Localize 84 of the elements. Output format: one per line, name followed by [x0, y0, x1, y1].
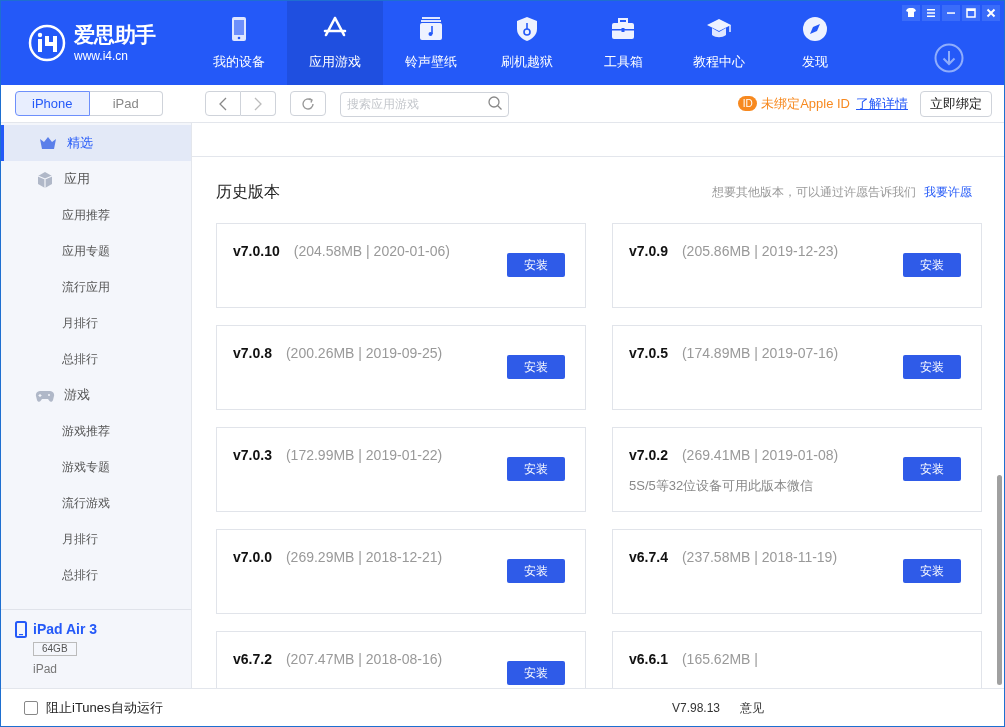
- feedback-link[interactable]: 意见: [740, 698, 764, 717]
- close-icon[interactable]: [982, 5, 1000, 21]
- sidebar-subitem[interactable]: 应用推荐: [1, 197, 191, 233]
- version-note: 5S/5等32位设备可用此版本微信: [629, 477, 815, 495]
- wish-link[interactable]: 我要许愿: [924, 183, 972, 201]
- version-number: v7.0.8: [233, 344, 272, 363]
- nav-tab[interactable]: 刷机越狱: [479, 1, 575, 85]
- version-number: v7.0.5: [629, 344, 668, 363]
- install-button[interactable]: 安装: [903, 457, 961, 481]
- version-info: (237.58MB | 2018-11-19): [681, 548, 838, 567]
- sidebar-subitem[interactable]: 总排行: [1, 341, 191, 377]
- back-icon: [219, 96, 227, 111]
- device-tab[interactable]: iPhone: [15, 91, 90, 116]
- refresh-icon: [300, 95, 316, 112]
- install-button[interactable]: 安装: [507, 457, 565, 481]
- logo-icon: [28, 24, 66, 62]
- version-info: (200.26MB | 2019-09-25): [285, 344, 443, 363]
- nav-tab[interactable]: 应用游戏: [287, 1, 383, 85]
- version-number: v6.7.4: [629, 548, 668, 567]
- bind-button[interactable]: 立即绑定: [920, 90, 992, 117]
- nav-tab[interactable]: 发现: [767, 1, 863, 85]
- version-number: v7.0.9: [629, 242, 668, 261]
- install-button[interactable]: 安装: [507, 355, 565, 379]
- nav-tab[interactable]: 工具箱: [575, 1, 671, 85]
- nav-tab[interactable]: 教程中心: [671, 1, 767, 85]
- sidebar-subitem[interactable]: 月排行: [1, 521, 191, 557]
- sidebar-subitem[interactable]: 总排行: [1, 557, 191, 593]
- checkbox[interactable]: [24, 700, 38, 715]
- version-info: (269.41MB | 2019-01-08): [681, 446, 839, 465]
- version-text: V7.98.13: [671, 699, 720, 717]
- itunes-label: 阻止iTunes自动运行: [46, 698, 163, 717]
- version-number: v7.0.0: [233, 548, 272, 567]
- apple-id-badge: ID: [738, 96, 758, 111]
- device-tab[interactable]: iPad: [89, 91, 163, 116]
- hint-text: 想要其他版本，可以通过许愿告诉我们: [712, 184, 916, 201]
- logo-title: 爱思助手: [74, 22, 156, 49]
- device-name: iPad Air 3: [33, 620, 98, 639]
- install-button[interactable]: 安装: [507, 661, 565, 685]
- download-icon[interactable]: [934, 43, 964, 73]
- version-info: (172.99MB | 2019-01-22): [285, 446, 443, 465]
- cube-icon: [35, 170, 55, 188]
- nav-tab[interactable]: 我的设备: [191, 1, 287, 85]
- minimize-icon[interactable]: [942, 5, 960, 21]
- version-number: v7.0.3: [233, 446, 272, 465]
- device-type: iPad: [33, 661, 58, 678]
- search-icon: [487, 95, 503, 111]
- forward-icon: [254, 96, 262, 111]
- install-button[interactable]: 安装: [903, 559, 961, 583]
- section-title: 历史版本: [216, 182, 280, 202]
- version-number: v7.0.10: [233, 242, 280, 261]
- tablet-icon: [15, 621, 27, 638]
- nav-tab[interactable]: 铃声壁纸: [383, 1, 479, 85]
- version-info: (205.86MB | 2019-12-23): [681, 242, 839, 261]
- sidebar-item[interactable]: 应用: [1, 161, 191, 197]
- menu-icon[interactable]: [922, 5, 940, 21]
- sidebar-subitem[interactable]: 游戏推荐: [1, 413, 191, 449]
- version-info: (174.89MB | 2019-07-16): [681, 344, 839, 363]
- capacity-badge: 64GB: [33, 642, 77, 656]
- details-link[interactable]: 了解详情: [856, 93, 908, 114]
- sidebar-subitem[interactable]: 月排行: [1, 305, 191, 341]
- install-button[interactable]: 安装: [903, 355, 961, 379]
- version-info: (204.58MB | 2020-01-06): [293, 242, 450, 261]
- search-field[interactable]: 搜索应用游戏: [340, 91, 509, 117]
- sidebar-subitem[interactable]: 流行应用: [1, 269, 191, 305]
- install-button[interactable]: 安装: [903, 253, 961, 277]
- version-info: (207.47MB | 2018-08-16): [285, 650, 443, 669]
- version-number: v6.7.2: [233, 650, 272, 669]
- apple-id-status: 未绑定Apple ID: [761, 94, 850, 113]
- install-button[interactable]: 安装: [507, 559, 565, 583]
- maximize-icon[interactable]: [962, 5, 980, 21]
- logo-url: www.i4.cn: [74, 48, 130, 64]
- version-info: (165.62MB |: [681, 650, 758, 669]
- version-number: v7.0.2: [629, 446, 668, 465]
- skin-icon[interactable]: [902, 5, 920, 21]
- refresh-button[interactable]: [290, 91, 326, 116]
- sidebar-subitem[interactable]: 应用专题: [1, 233, 191, 269]
- sidebar-item[interactable]: 游戏: [1, 377, 191, 413]
- sidebar-item[interactable]: 精选: [1, 125, 191, 161]
- version-info: (269.29MB | 2018-12-21): [285, 548, 443, 567]
- scrollbar-thumb[interactable]: [997, 475, 1002, 685]
- sidebar-subitem[interactable]: 游戏专题: [1, 449, 191, 485]
- install-button[interactable]: 安装: [507, 253, 565, 277]
- sidebar-subitem[interactable]: 流行游戏: [1, 485, 191, 521]
- version-number: v6.6.1: [629, 650, 668, 669]
